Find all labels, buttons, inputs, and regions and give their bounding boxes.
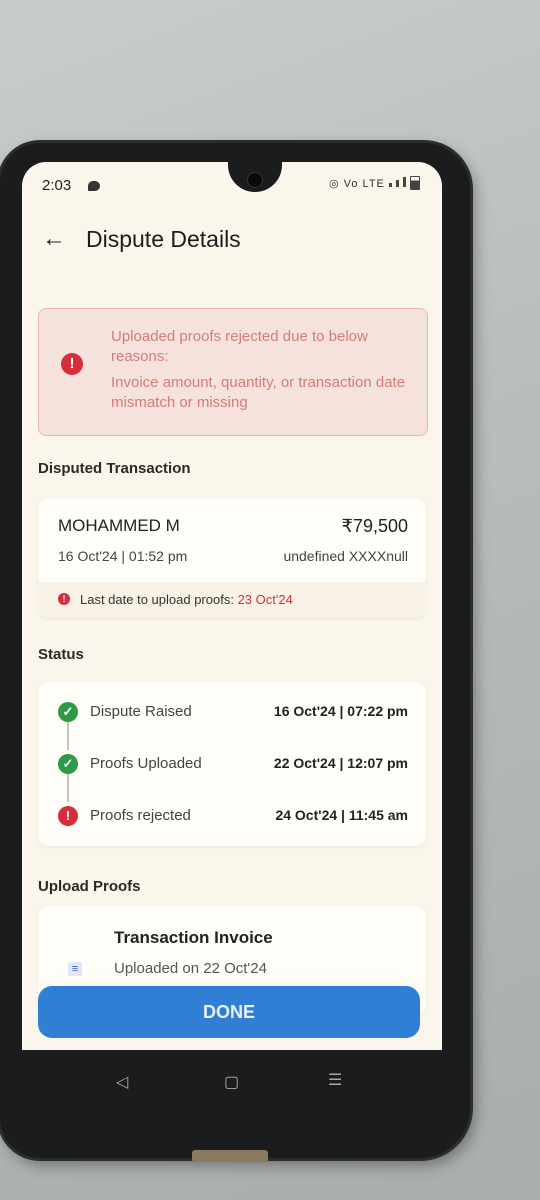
alert-reason: Invoice amount, quantity, or transaction… xyxy=(111,374,406,411)
deadline-date: 23 Oct'24 xyxy=(237,592,293,607)
status-time: 2:03 xyxy=(42,177,72,194)
step-time: 22 Oct'24 | 12:07 pm xyxy=(273,755,408,771)
message-notification-icon xyxy=(88,181,100,191)
transaction-date: 16 Oct'24 | 01:52 pm xyxy=(58,548,188,564)
disputed-transaction-heading: Disputed Transaction xyxy=(38,460,191,477)
deadline-error-icon: ! xyxy=(58,593,70,605)
usb-port xyxy=(192,1150,268,1162)
page-title: Dispute Details xyxy=(86,226,241,252)
done-button[interactable]: DONE xyxy=(38,986,420,1038)
error-icon: ! xyxy=(61,353,83,375)
app-header: ← Dispute Details xyxy=(22,218,442,262)
step-time: 16 Oct'24 | 07:22 pm xyxy=(273,703,408,719)
front-camera xyxy=(247,172,263,188)
invoice-title: Transaction Invoice xyxy=(114,928,273,947)
upload-deadline-banner: ! Last date to upload proofs: 23 Oct'24 xyxy=(38,582,426,618)
step-time: 24 Oct'24 | 11:45 am xyxy=(275,807,408,823)
error-circle-icon: ! xyxy=(58,806,78,826)
hotspot-icon: ◎ xyxy=(329,178,340,190)
system-nav-bar: ◁ ▢ ☰ xyxy=(60,1070,400,1094)
status-timeline-card: ✓ Dispute Raised 16 Oct'24 | 07:22 pm ✓ … xyxy=(38,682,426,846)
back-arrow-icon[interactable]: ← xyxy=(42,226,68,252)
payee-name: MOHAMMED M xyxy=(58,516,180,535)
upload-proofs-heading: Upload Proofs xyxy=(38,878,141,895)
rejection-alert: ! Uploaded proofs rejected due to below … xyxy=(38,308,428,436)
alert-title: Uploaded proofs rejected due to below re… xyxy=(111,328,368,365)
timeline-step: ! Proofs rejected 24 Oct'24 | 11:45 am xyxy=(38,802,426,832)
step-label: Proofs rejected xyxy=(90,807,191,824)
deadline-label: Last date to upload proofs: 23 Oct'24 xyxy=(80,592,293,607)
app-screen: 2:03 ◎ Vo LTE ← Dispute Details ! Upload… xyxy=(22,162,442,1050)
step-label: Proofs Uploaded xyxy=(90,755,202,772)
timeline-step: ✓ Dispute Raised 16 Oct'24 | 07:22 pm xyxy=(38,698,426,728)
status-heading: Status xyxy=(38,646,84,663)
nav-back-icon[interactable]: ◁ xyxy=(116,1072,128,1092)
transaction-account: undefined XXXXnull xyxy=(283,548,408,564)
nav-home-icon[interactable]: ▢ xyxy=(224,1072,239,1092)
invoice-upload-date: Uploaded on 22 Oct'24 xyxy=(114,960,267,977)
check-circle-icon: ✓ xyxy=(58,702,78,722)
status-icons: ◎ Vo LTE xyxy=(329,176,420,190)
network-label: Vo LTE xyxy=(343,178,385,190)
document-icon: ≡ xyxy=(68,962,82,976)
timeline-step: ✓ Proofs Uploaded 22 Oct'24 | 12:07 pm xyxy=(38,750,426,780)
transaction-amount: ₹79,500 xyxy=(341,516,408,536)
signal-icon xyxy=(388,177,406,190)
step-label: Dispute Raised xyxy=(90,703,192,720)
check-circle-icon: ✓ xyxy=(58,754,78,774)
battery-icon xyxy=(410,176,420,190)
transaction-card: MOHAMMED M ₹79,500 16 Oct'24 | 01:52 pm … xyxy=(38,498,426,618)
nav-menu-icon[interactable]: ☰ xyxy=(328,1070,342,1090)
